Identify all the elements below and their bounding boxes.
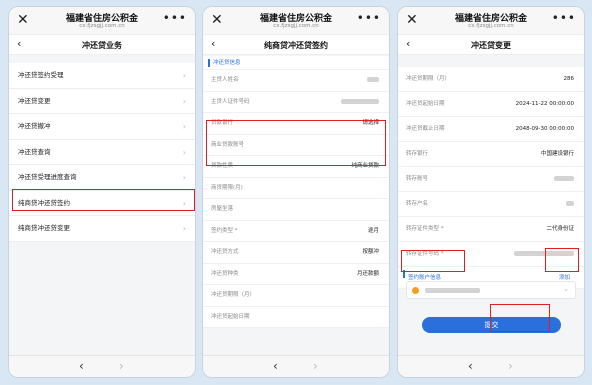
chevron-right-icon: › [182, 122, 186, 131]
chevron-right-icon: › [182, 71, 186, 80]
form-row: 冲还贷起始日期 [203, 306, 389, 328]
form-row[interactable]: 签约类型 * 逐月 [203, 220, 389, 242]
chevron-right-icon: › [182, 173, 186, 182]
back-arrow-icon[interactable]: ‹ [79, 359, 84, 373]
browser-bottom-bar: ‹ › [398, 355, 584, 377]
form-row: 冲还贷期限（月） 286 [398, 67, 584, 92]
app-top-bar: ✕ 福建省住房公积金 cx.fjzsgjj.com.cn ••• [398, 7, 584, 35]
chevron-right-icon: › [182, 96, 186, 106]
highlight-box [545, 248, 579, 272]
form-row[interactable]: 转存证件类型 * 二代身份证 [398, 217, 584, 242]
form-row: 冲还贷种类 月还款额 [203, 263, 389, 285]
phone-screen-3: ✕ 福建省住房公积金 cx.fjzsgjj.com.cn ••• ‹ 冲还贷变更… [397, 6, 585, 378]
redacted-value[interactable] [566, 192, 574, 217]
chevron-down-icon: ⌄ [563, 285, 569, 293]
form-row: 房屋坐落 [203, 199, 389, 221]
highlight-box [401, 250, 465, 272]
warning-icon [412, 287, 419, 294]
form-row: 冲还贷起始日期 2024-11-22 00:00:00 [398, 92, 584, 117]
nav-bar: ‹ 冲还贷业务 [9, 35, 195, 55]
forward-arrow-icon[interactable]: › [119, 359, 124, 373]
redacted-value[interactable] [554, 167, 574, 192]
redacted-value [367, 70, 379, 92]
form-row: 冲还贷期限（月） [203, 285, 389, 307]
highlight-box [206, 120, 386, 166]
nav-bar: ‹ 冲还贷变更 [398, 35, 584, 55]
menu-item[interactable]: 冲还贷变更 › [9, 88, 195, 114]
more-icon[interactable]: ••• [552, 11, 576, 25]
phone-screen-2: ✕ 福建省住房公积金 cx.fjzsgjj.com.cn ••• ‹ 纯商贷冲还… [202, 6, 390, 378]
page-title: 冲还贷变更 [471, 41, 511, 50]
app-top-bar: ✕ 福建省住房公积金 cx.fjzsgjj.com.cn ••• [203, 7, 389, 35]
chevron-right-icon: › [182, 147, 186, 157]
menu-item[interactable]: 冲还贷签约受理 › [9, 63, 195, 89]
menu-item[interactable]: 纯商贷冲还贷变更 › [9, 216, 195, 242]
page-title: 纯商贷冲还贷签约 [264, 41, 328, 50]
forward-arrow-icon[interactable]: › [313, 359, 318, 373]
form-row: 主贷人姓名 [203, 70, 389, 92]
forward-arrow-icon[interactable]: › [508, 359, 513, 373]
highlight-box [490, 304, 550, 332]
more-icon[interactable]: ••• [163, 11, 187, 25]
page-title: 冲还贷业务 [82, 41, 122, 50]
redacted-value [341, 92, 379, 114]
browser-bottom-bar: ‹ › [203, 355, 389, 377]
form-row: 商贷期限(月) [203, 177, 389, 199]
redacted-value [425, 288, 480, 293]
phone-screen-1: ✕ 福建省住房公积金 cx.fjzsgjj.com.cn ••• ‹ 冲还贷业务… [8, 6, 196, 378]
form-row[interactable]: 转存账号 [398, 167, 584, 192]
more-icon[interactable]: ••• [357, 11, 381, 25]
browser-bottom-bar: ‹ › [9, 355, 195, 377]
form-row: 冲还贷方式 按额冲 [203, 242, 389, 264]
menu-item[interactable]: 冲还贷撤冲 › [9, 114, 195, 140]
back-arrow-icon[interactable]: ‹ [468, 359, 473, 373]
app-top-bar: ✕ 福建省住房公积金 cx.fjzsgjj.com.cn ••• [9, 7, 195, 35]
menu-item[interactable]: 冲还贷查询 › [9, 139, 195, 165]
form-row: 主贷人证件号码 [203, 91, 389, 114]
account-card[interactable]: ⌄ [406, 281, 576, 299]
back-arrow-icon[interactable]: ‹ [273, 359, 278, 373]
section-title: 冲还贷信息 [203, 56, 389, 70]
highlight-box [12, 189, 195, 211]
nav-bar: ‹ 纯商贷冲还贷签约 [203, 35, 389, 55]
chevron-right-icon: › [182, 224, 186, 233]
form: 冲还贷信息 主贷人姓名 主贷人证件号码 贷款银行 请选择 商业贷款账号 贷款性质纯… [203, 56, 389, 355]
form-row[interactable]: 转存银行 中国建设银行 [398, 142, 584, 167]
form-row: 冲还贷截止日期 2048-09-30 00:00:00 [398, 117, 584, 142]
form-row[interactable]: 转存户名 [398, 192, 584, 217]
menu-item[interactable]: 冲还贷受理进度查询 › [9, 165, 195, 191]
